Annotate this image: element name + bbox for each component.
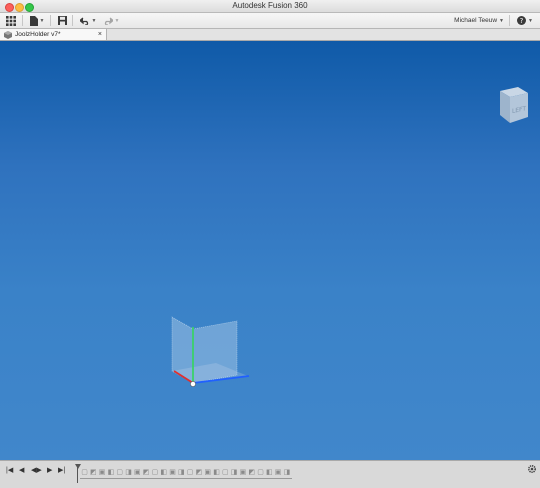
timeline-feature-icon[interactable]: ▢ xyxy=(150,467,159,477)
timeline-feature-icon[interactable]: ▢ xyxy=(221,467,230,477)
apps-grid-button[interactable] xyxy=(5,14,17,27)
help-icon: ? xyxy=(517,16,527,25)
redo-icon xyxy=(104,17,113,25)
play-pause-button[interactable]: ◀▶ xyxy=(31,466,42,474)
timeline-feature-icon[interactable]: ▢ xyxy=(256,467,265,477)
timeline-feature-icon[interactable]: ▣ xyxy=(203,467,212,477)
tab-joolzholder[interactable]: JoolzHolder v7* × xyxy=(0,29,107,40)
timeline-feature-icon[interactable]: ▣ xyxy=(274,467,283,477)
viewcube[interactable]: LEFT xyxy=(494,85,532,125)
main-toolbar: ▼ ▼ ▼ Michael Teeuw ▼ ? ▼ xyxy=(0,13,540,29)
timeline-bar: |◀ ◀ ◀▶ ▶ ▶| ▢ ◩ ▣ ◧ ▢ ◨ ▣ ◩ ▢ ◧ ▣ ◨ ▢ ◩ ▣ ◧ ▢ ◨ ▣ ◩ ▢ ◧ ▣ ◨ xyxy=(0,460,540,488)
document-tab-bar: JoolzHolder v7* × xyxy=(0,29,540,41)
timeline-feature-icon[interactable]: ▣ xyxy=(168,467,177,477)
undo-button[interactable]: ▼ xyxy=(78,14,98,27)
gear-icon xyxy=(527,464,537,474)
timeline-track xyxy=(80,478,292,479)
close-tab-icon[interactable]: × xyxy=(98,29,102,40)
timeline-feature-icon[interactable]: ▣ xyxy=(238,467,247,477)
svg-text:?: ? xyxy=(520,17,524,25)
timeline-settings-button[interactable] xyxy=(527,464,537,477)
toolbar-separator xyxy=(50,15,51,26)
design-canvas[interactable]: LEFT xyxy=(0,41,540,460)
timeline-feature-icon[interactable]: ▢ xyxy=(80,467,89,477)
timeline-feature-icon[interactable]: ◧ xyxy=(159,467,168,477)
step-forward-button[interactable]: ▶ xyxy=(47,466,52,474)
timeline-feature-icon[interactable]: ◨ xyxy=(282,467,291,477)
timeline-feature-icon[interactable]: ◧ xyxy=(212,467,221,477)
go-to-start-button[interactable]: |◀ xyxy=(6,466,13,474)
file-icon xyxy=(29,15,38,26)
chevron-down-icon: ▼ xyxy=(499,18,504,24)
undo-icon xyxy=(79,17,88,25)
timeline-feature-icon[interactable]: ◩ xyxy=(247,467,256,477)
origin-point xyxy=(190,381,196,387)
help-button[interactable]: ? ▼ xyxy=(516,14,534,27)
redo-button[interactable]: ▼ xyxy=(101,14,121,27)
window-title: Autodesk Fusion 360 xyxy=(232,1,308,10)
timeline-feature-icon[interactable]: ▣ xyxy=(98,467,107,477)
window-title-bar: Autodesk Fusion 360 xyxy=(0,0,540,13)
tab-label: JoolzHolder v7* xyxy=(15,31,61,38)
user-menu[interactable]: Michael Teeuw ▼ xyxy=(454,13,504,29)
timeline-feature-icon[interactable]: ◩ xyxy=(142,467,151,477)
timeline-feature-icon[interactable]: ◨ xyxy=(230,467,239,477)
origin-planes-and-axes xyxy=(171,316,250,387)
apps-grid-icon xyxy=(6,15,16,26)
timeline-feature-icon[interactable]: ◩ xyxy=(89,467,98,477)
step-back-button[interactable]: ◀ xyxy=(19,466,24,474)
save-button[interactable] xyxy=(56,14,68,27)
timeline-feature-icon[interactable]: ▢ xyxy=(186,467,195,477)
timeline-feature-icon[interactable]: ▢ xyxy=(115,467,124,477)
timeline-feature-icon[interactable]: ◨ xyxy=(177,467,186,477)
chevron-down-icon: ▼ xyxy=(528,17,533,24)
chevron-down-icon: ▼ xyxy=(114,17,120,24)
timeline-feature-icon[interactable]: ◧ xyxy=(265,467,274,477)
toolbar-separator xyxy=(22,15,23,26)
go-to-end-button[interactable]: ▶| xyxy=(58,466,65,474)
component-icon xyxy=(4,30,12,39)
timeline-feature-icon[interactable]: ◩ xyxy=(194,467,203,477)
chevron-down-icon: ▼ xyxy=(39,17,45,24)
user-name: Michael Teeuw xyxy=(454,17,498,24)
timeline-feature-icon[interactable]: ◨ xyxy=(124,467,133,477)
chevron-down-icon: ▼ xyxy=(91,17,97,24)
toolbar-separator xyxy=(509,15,510,26)
save-icon xyxy=(57,16,67,25)
toolbar-separator xyxy=(72,15,73,26)
file-menu-button[interactable]: ▼ xyxy=(28,14,46,27)
timeline-feature-icon[interactable]: ▣ xyxy=(133,467,142,477)
timeline-marker-line xyxy=(77,467,78,483)
timeline-feature-icon[interactable]: ◧ xyxy=(106,467,115,477)
